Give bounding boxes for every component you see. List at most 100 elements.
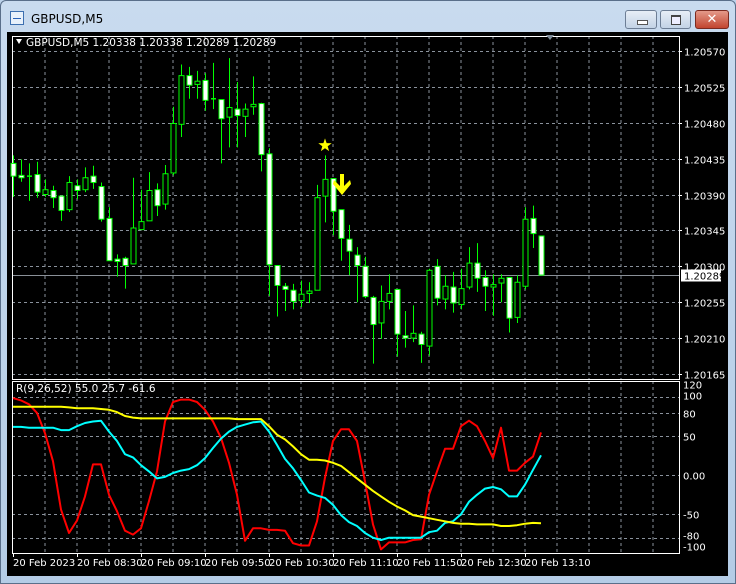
bear-candle-body	[394, 288, 401, 335]
bull-candle-body	[242, 108, 249, 117]
price-label: 1.20255	[684, 299, 725, 310]
bear-candle-body	[418, 333, 425, 345]
price-label: 1.20525	[684, 84, 725, 95]
oscillator-level-label: 120	[683, 381, 702, 392]
bear-candle-body	[122, 257, 129, 267]
cyan-oscillator-line	[13, 419, 542, 541]
bear-candle-body	[402, 335, 409, 339]
bull-candle-body	[250, 103, 257, 108]
collapse-triangle-icon[interactable]	[16, 39, 22, 44]
bear-candle-body	[290, 289, 297, 302]
bull-candle-body	[386, 292, 393, 302]
bull-candle-body	[170, 122, 177, 174]
price-label: 1.20390	[684, 192, 725, 203]
bull-candle-body	[178, 75, 185, 125]
bear-candle-body	[474, 262, 481, 279]
oscillator-level-label: 100	[683, 392, 702, 403]
bull-candle-body	[66, 182, 73, 211]
grid-lines	[12, 36, 679, 553]
bull-candle-body	[458, 288, 465, 306]
bear-candle-body	[354, 254, 361, 267]
bull-candle-body	[410, 332, 417, 339]
bull-candle-body	[522, 218, 529, 287]
bear-candle-body	[370, 296, 377, 326]
oscillator-level-label: -100	[683, 543, 706, 554]
oscillator-level-label: 50	[683, 433, 696, 444]
bull-candle-body	[146, 190, 153, 222]
oscillator-level-label: -80	[683, 532, 699, 543]
bear-candle-body	[338, 209, 345, 239]
bear-candle-body	[58, 195, 65, 211]
time-label: 20 Feb 09:10	[141, 558, 207, 569]
bull-candle-body	[322, 178, 329, 197]
bull-candle-body	[42, 189, 49, 195]
bear-candle-body	[10, 162, 17, 177]
oscillator-level-label: 0.00	[683, 472, 705, 483]
oscillator-level-label: 80	[683, 410, 696, 421]
bull-candle-body	[298, 293, 305, 302]
bull-candle-body	[194, 80, 201, 85]
chart-canvas[interactable]: 1.20570 1.20525 1.20480 1.20435 1.20390 1.203…	[0, 0, 736, 584]
bear-candle-body	[98, 186, 105, 220]
oscillator-plot-frame	[12, 381, 680, 554]
bear-candle-body	[90, 175, 97, 184]
bear-candle-body	[202, 79, 209, 101]
bear-candle-body	[50, 190, 57, 199]
bull-candle-body	[314, 197, 321, 291]
chart-shift-marker-icon[interactable]	[546, 35, 554, 40]
bear-candle-body	[538, 235, 545, 276]
price-label: 1.20570	[684, 48, 725, 59]
time-label: 20 Feb 12:30	[461, 558, 527, 569]
bear-candle-body	[258, 103, 265, 156]
bear-candle-body	[506, 276, 513, 319]
bear-candle-body	[186, 75, 193, 86]
time-label: 20 Feb 09:50	[205, 558, 271, 569]
bull-candle-body	[378, 300, 385, 324]
star-icon	[318, 138, 332, 152]
bear-candle-body	[434, 265, 441, 299]
oscillator-legend: R(9,26,52) 55.0 25.7 -61.6	[16, 383, 156, 395]
time-label: 20 Feb 13:10	[525, 558, 591, 569]
current-price-label: 1.20289	[684, 272, 725, 283]
bear-candle-body	[266, 153, 273, 266]
bull-candle-body	[130, 227, 137, 265]
price-label: 1.20210	[684, 335, 725, 346]
bear-candle-body	[218, 99, 225, 120]
bull-candle-body	[226, 107, 233, 118]
bull-candle-body	[442, 285, 449, 300]
time-label: 20 Feb 11:50	[397, 558, 463, 569]
bear-candle-body	[234, 108, 241, 117]
bear-candle-body	[346, 238, 353, 252]
bear-candle-body	[282, 285, 289, 290]
bull-candle-body	[82, 177, 89, 191]
time-label: 20 Feb 10:30	[269, 558, 335, 569]
time-label: 20 Feb 2023	[13, 558, 75, 569]
bull-candle-body	[306, 290, 313, 294]
bull-candle-body	[138, 221, 145, 231]
bear-candle-body	[114, 258, 121, 263]
bear-candle-body	[482, 276, 489, 287]
axes: 1.20570 1.20525 1.20480 1.20435 1.20390 1.203…	[13, 48, 725, 569]
bear-candle-body	[530, 217, 537, 235]
bull-candle-body	[498, 277, 505, 284]
bear-candle-body	[450, 286, 457, 304]
oscillator-lines	[12, 397, 542, 551]
bull-candle-body	[162, 173, 169, 205]
bull-candle-body	[490, 284, 497, 288]
time-label: 20 Feb 11:10	[333, 558, 399, 569]
plot-frames	[12, 36, 680, 554]
price-label: 1.20435	[684, 156, 725, 167]
bear-candle-body	[34, 174, 41, 193]
bull-candle-body	[466, 262, 473, 288]
price-label: 1.20480	[684, 120, 725, 131]
bull-candle-body	[514, 281, 521, 318]
bear-candle-body	[18, 174, 25, 179]
bear-candle-body	[362, 265, 369, 298]
bear-candle-body	[74, 185, 81, 192]
bull-candle-body	[426, 269, 433, 347]
oscillator-level-label: -50	[683, 511, 699, 522]
bear-candle-body	[106, 217, 113, 262]
main-plot-frame	[12, 36, 680, 380]
time-label: 20 Feb 08:30	[77, 558, 143, 569]
bear-candle-body	[274, 265, 281, 286]
